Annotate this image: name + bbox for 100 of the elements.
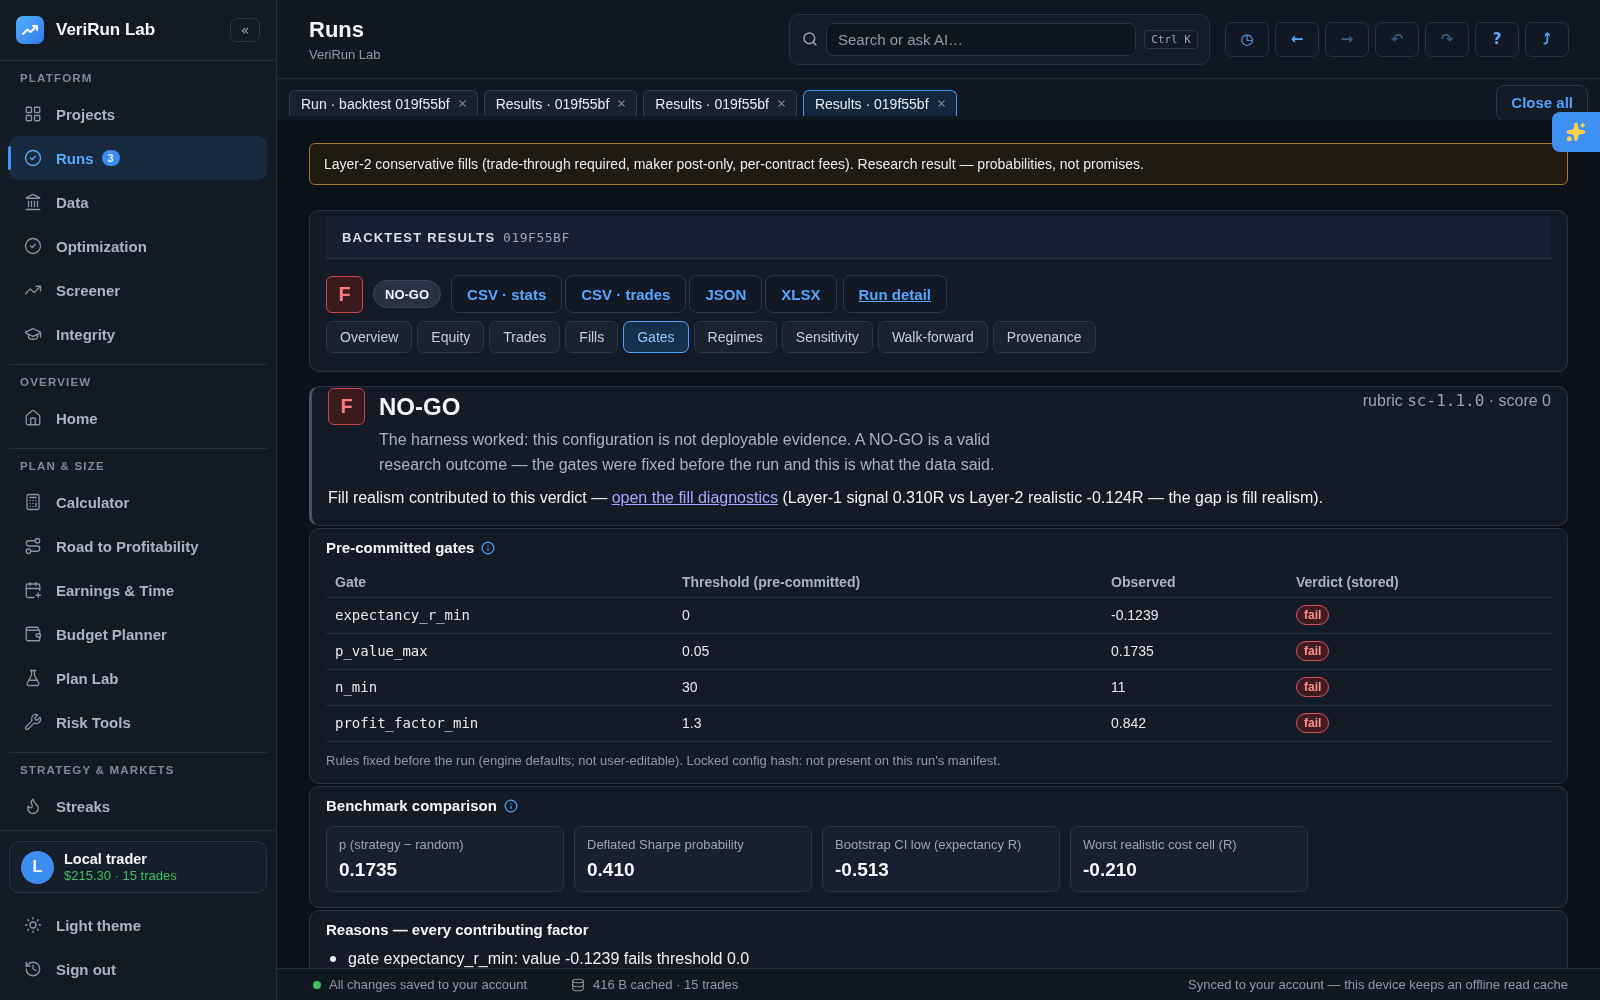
card-title: Reasons — every contributing factor (326, 920, 590, 939)
results-tab[interactable]: Regimes (693, 321, 777, 353)
table-cell: 1.3 (673, 705, 1102, 741)
stat-label: Bootstrap CI low (expectancy R) (835, 836, 1023, 853)
user-summary: $215.30 · 15 trades (64, 867, 177, 884)
results-tab[interactable]: Trades (489, 321, 561, 353)
sidebar-item[interactable]: Home (9, 396, 267, 440)
bank-icon (24, 193, 42, 211)
back-button[interactable]: ← (1275, 21, 1319, 57)
route-icon (24, 537, 42, 555)
fill-diagnostics-link[interactable]: open the fill diagnostics (611, 489, 778, 506)
document-tab[interactable]: Results · 019f55bf (643, 90, 797, 116)
column-header: Threshold (pre-committed) (673, 568, 1102, 597)
verdict-description: The harness worked: this configuration is not deployable evidence. A NO-GO is a valid research outcome — the gates were fixed before the run and this is what the data said. (379, 430, 996, 475)
logo-icon (16, 16, 44, 44)
footnote: Rules fixed before the run (engine defaults; not user-editable). Locked config hash: not present on this run's manifest. (326, 752, 1002, 769)
verdict-tag: fail (1296, 677, 1330, 697)
section-title: PLATFORM (19, 71, 94, 86)
card-title: Pre-committed gates (326, 539, 475, 557)
stat-label: p (strategy − random) (339, 836, 465, 853)
help-button[interactable]: ? (1475, 21, 1519, 57)
clock-arrow-icon (24, 960, 42, 978)
rubric-text: rubric sc-1.1.0 · score 0 (1362, 391, 1551, 410)
close-all-button[interactable]: Close all (1496, 85, 1588, 121)
sidebar-item[interactable]: Plan Lab (9, 656, 267, 700)
shortcut-hint: Ctrl K (1144, 29, 1198, 49)
sidebar-item[interactable]: Projects (9, 92, 267, 136)
sidebar-item[interactable]: Screener (9, 268, 267, 312)
flask-icon (24, 669, 42, 687)
table-cell: 11 (1102, 669, 1287, 705)
table-cell: 0.842 (1102, 705, 1287, 741)
stat-value: -0.513 (835, 858, 890, 881)
results-tab[interactable]: Sensitivity (781, 321, 873, 353)
bullet-icon (330, 955, 336, 962)
verdict-tag: fail (1296, 605, 1330, 625)
sidebar-action[interactable]: Light theme (9, 903, 267, 947)
sidebar-item[interactable]: Risk Tools (9, 700, 267, 744)
section-title: PLAN & SIZE (19, 459, 106, 474)
page-subtitle: VeriRun Lab (309, 46, 381, 62)
sun-icon (24, 916, 42, 934)
verdict-tag: fail (1296, 641, 1330, 661)
close-icon[interactable] (935, 98, 947, 109)
results-tab[interactable]: Walk-forward (877, 321, 988, 353)
stat-label: Deflated Sharpe probability (587, 836, 745, 853)
grid-icon (24, 105, 42, 123)
collapse-button[interactable]: « (230, 18, 260, 42)
sidebar-item[interactable]: Calculator (9, 480, 267, 524)
export-button[interactable]: CSV · trades (565, 275, 687, 313)
sidebar-item[interactable]: Optimization (9, 224, 267, 268)
sidebar-item[interactable]: Earnings & Time (9, 568, 267, 612)
search-field[interactable]: Search or ask AI… (826, 22, 1137, 56)
table-cell: profit_factor_min (326, 705, 673, 741)
wallet-icon (24, 625, 42, 643)
run-detail-link[interactable]: Run detail (842, 275, 948, 313)
status-text: 416 B cached · 15 trades (593, 977, 739, 992)
status-text: All changes saved to your account (329, 977, 527, 992)
stat-value: 0.1735 (339, 858, 399, 881)
avatar: L (21, 850, 54, 884)
section-title: OVERVIEW (19, 375, 93, 390)
close-icon[interactable] (456, 98, 468, 109)
sidebar-item[interactable]: Streaks (9, 784, 267, 828)
export-button[interactable]: XLSX (765, 275, 837, 313)
grade-badge: F (326, 275, 363, 313)
user-name: Local trader (64, 850, 148, 868)
sidebar-item[interactable]: Data (9, 180, 267, 224)
clock-button[interactable]: ◷ (1225, 21, 1269, 57)
results-tab[interactable]: Equity (417, 321, 485, 353)
assistant-button[interactable] (1552, 112, 1600, 152)
stat-value: 0.410 (587, 858, 636, 881)
table-cell: expectancy_r_min (326, 597, 673, 633)
column-header: Observed (1102, 568, 1287, 597)
export-button[interactable]: CSV · stats (451, 275, 563, 313)
results-tab[interactable]: Overview (326, 321, 413, 353)
sidebar-item[interactable]: Road to Profitability (9, 524, 267, 568)
column-header: Gate (326, 568, 673, 597)
table-cell: 0.1735 (1102, 633, 1287, 669)
table-cell: 0 (673, 597, 1102, 633)
verdict-tag: fail (1296, 713, 1330, 733)
export-button[interactable]: JSON (689, 275, 763, 313)
sidebar-action[interactable]: Sign out (9, 947, 267, 991)
share-button[interactable]: ⤴ (1525, 21, 1569, 57)
document-tab[interactable]: Results · 019f55bf (483, 90, 638, 116)
results-tab[interactable]: Fills (565, 321, 619, 353)
sidebar-item[interactable]: Integrity (9, 312, 267, 356)
graduation-cap-icon (24, 325, 42, 343)
close-icon[interactable] (616, 98, 628, 109)
results-tab[interactable]: Gates (623, 321, 689, 353)
table-cell: 30 (673, 669, 1102, 705)
status-text: Synced to your account — this device keeps an offline read cache (1188, 977, 1568, 992)
database-icon (571, 977, 585, 992)
notice-banner: Layer-2 conservative fills (trade-through required, maker post-only, per-contract fees). Research result — probabilities, not promises. (309, 143, 1568, 185)
sidebar-item[interactable]: Runs 3 (9, 136, 267, 180)
reason-text: gate expectancy_r_min: value -0.1239 fails threshold 0.0 (348, 948, 750, 968)
document-tab[interactable]: Run · backtest 019f55bf (289, 90, 478, 116)
close-icon[interactable] (775, 98, 787, 109)
home-icon (24, 409, 42, 427)
search-icon (802, 31, 818, 47)
results-tab[interactable]: Provenance (992, 321, 1096, 353)
sidebar-item[interactable]: Budget Planner (9, 612, 267, 656)
document-tab[interactable]: Results · 019f55bf (802, 90, 957, 116)
